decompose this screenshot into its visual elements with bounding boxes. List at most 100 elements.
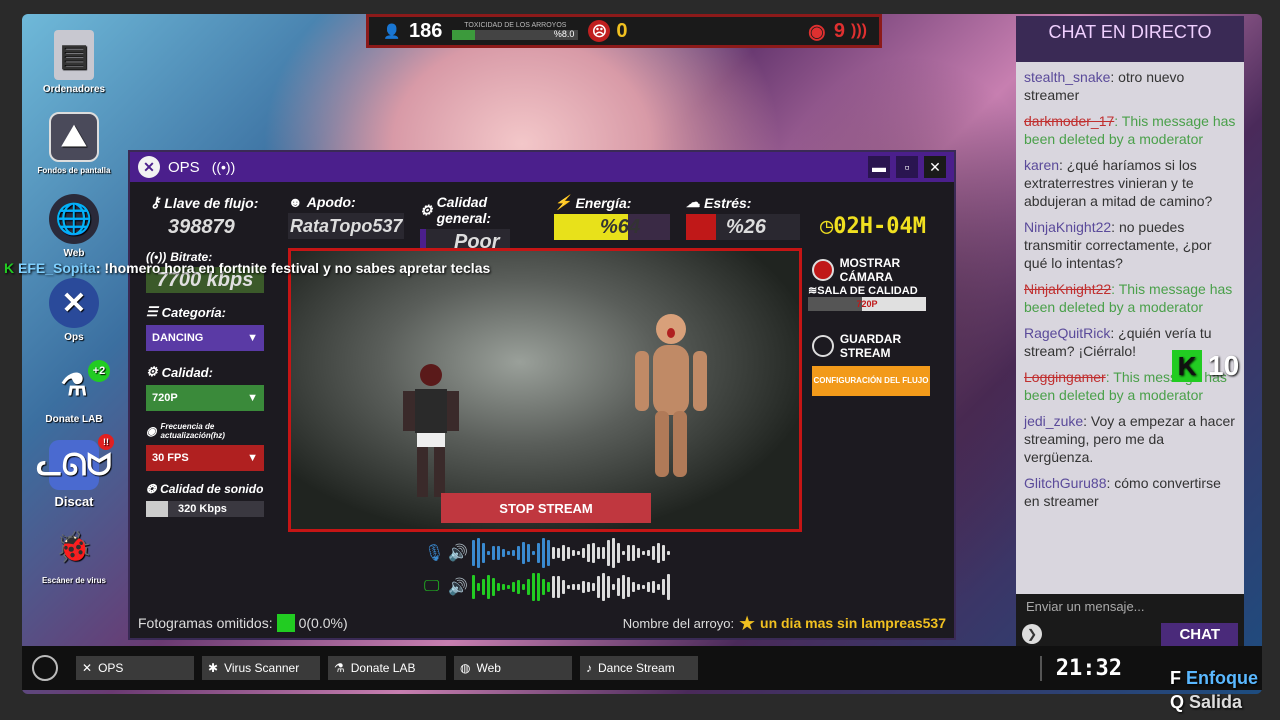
quality-dropdown[interactable]: 720P ▼: [146, 385, 264, 411]
chat-input[interactable]: Enviar un mensaje...: [1016, 594, 1244, 620]
camera-radio[interactable]: [812, 259, 834, 281]
chat-message: GlitchGuru88: cómo convertirse en stream…: [1024, 474, 1236, 510]
chat-messages[interactable]: stealth_snake: otro nuevo streamer darkmo…: [1016, 62, 1244, 524]
waveform-bar: [502, 548, 505, 558]
desktop-icon-computers[interactable]: ▤ Ordenadores: [36, 30, 112, 95]
desktop-icon-donate-lab[interactable]: ⚗ Donate LAB +2: [36, 360, 112, 425]
show-camera-toggle[interactable]: MOSTRAR CÁMARA: [812, 256, 954, 284]
refresh-dropdown[interactable]: 30 FPS ▼: [146, 445, 264, 471]
taskbar-item-dance-stream[interactable]: ♪ Dance Stream: [580, 656, 698, 680]
kick-count: 10: [1208, 350, 1240, 381]
quality-stat: ⚙ Calidad general: Poor: [420, 194, 542, 255]
live-chat-panel: CHAT EN DIRECTO stealth_snake: otro nuev…: [1016, 16, 1244, 648]
stream-name-value: un dia mas sin lampreas537: [760, 615, 946, 631]
angry-face-icon: ☹: [588, 20, 611, 42]
chat-username[interactable]: darkmoder_17: [1024, 113, 1114, 129]
wifi-icon: ≋: [808, 285, 818, 297]
desktop-icon-label: Discat: [54, 494, 94, 509]
taskbar-item-ops[interactable]: ✕ OPS: [76, 656, 194, 680]
energy-bar: %64: [554, 214, 670, 240]
sound-label: Calidad de sonido: [160, 482, 264, 496]
stress-value: %26: [726, 215, 767, 238]
waveform-bar: [617, 578, 620, 596]
waveform-bar: [612, 583, 615, 591]
stop-stream-button[interactable]: STOP STREAM: [441, 493, 651, 523]
waveform-bar: [522, 583, 525, 591]
waveform-bar: [542, 538, 545, 568]
window-titlebar: ✕ OPS ((•)) ▬ ▫ ✕: [130, 152, 954, 182]
chat-username[interactable]: jedi_zuke: [1024, 413, 1083, 429]
waveform-bar: [602, 572, 605, 602]
taskbar-item-virus-scanner[interactable]: ✱ Virus Scanner: [202, 656, 320, 680]
eye-icon: ◉: [146, 423, 157, 438]
stress-label: Estrés:: [704, 194, 752, 211]
quality-room-bar: 720P: [808, 297, 926, 311]
chevron-down-icon: ▼: [247, 452, 258, 464]
quality-group: ⚙ Calidad: 720P ▼: [146, 364, 264, 411]
chevron-down-icon: ▼: [247, 332, 258, 344]
star-icon: ★: [738, 612, 757, 635]
chat-username[interactable]: NinjaKnight22: [1024, 219, 1111, 235]
category-label: Categoría:: [161, 304, 226, 320]
stress-box: [686, 214, 716, 240]
close-button[interactable]: ✕: [924, 156, 946, 178]
taskbar-item-donate-lab[interactable]: ⚗ Donate LAB: [328, 656, 446, 680]
ops-window: ✕ OPS ((•)) ▬ ▫ ✕ ⚷ Llave de flujo: 39887…: [128, 150, 956, 640]
doll-figure: [635, 314, 707, 477]
waveform-bar: [502, 584, 505, 590]
dance-icon: ♪: [586, 661, 592, 675]
start-button[interactable]: [32, 655, 58, 681]
taskbar-item-web[interactable]: ◍ Web: [454, 656, 572, 680]
desktop-icon-label: Donate LAB: [45, 414, 103, 425]
chat-username[interactable]: Loggingamer: [1024, 369, 1106, 385]
save-stream-toggle[interactable]: GUARDAR STREAM: [812, 332, 954, 360]
cat-icon: ᓚᘏᗢ: [36, 440, 112, 490]
viewers-count: 186: [409, 19, 443, 42]
waveform-bar: [482, 543, 485, 563]
maximize-button[interactable]: ▫: [896, 156, 918, 178]
chat-username[interactable]: karen: [1024, 157, 1059, 173]
desktop-icon-virus-scanner[interactable]: 🐞 Escáner de virus: [36, 522, 112, 586]
desktop-icon-ops[interactable]: ✕ Ops: [36, 278, 112, 343]
desktop-icon-wallpapers[interactable]: ⛰ Fondos de pantalla: [36, 112, 112, 175]
waveform-bar: [602, 546, 605, 560]
minimize-button[interactable]: ▬: [868, 156, 890, 178]
chevron-right-icon[interactable]: ❯: [1022, 624, 1042, 644]
category-dropdown[interactable]: DANCING ▼: [146, 325, 264, 351]
chat-username[interactable]: stealth_snake: [1024, 69, 1110, 85]
waveform-bar: [517, 580, 520, 594]
waveform-bar: [577, 550, 580, 555]
toxicity-meter: TOXICIDAD DE LOS ARROYOS %8.0: [452, 22, 579, 40]
stream-config-button[interactable]: CONFIGURACIÓN DEL FLUJO: [812, 366, 930, 396]
waveform-bar: [577, 583, 580, 591]
stream-key-value: 398879: [168, 215, 235, 238]
speaker-icon[interactable]: 🔊: [448, 577, 468, 597]
alerts-stat: ◉ 9 ))): [806, 20, 867, 43]
chat-username[interactable]: GlitchGuru88: [1024, 475, 1106, 491]
monitor-icon[interactable]: 🖵: [424, 578, 444, 596]
sound-bar[interactable]: 320 Kbps: [146, 501, 264, 517]
stream-name-label: Nombre del arroyo:: [622, 615, 735, 631]
waveform-bar: [627, 577, 630, 597]
speaker-icon[interactable]: 🔊: [448, 543, 468, 563]
save-stream-label: GUARDAR STREAM: [839, 332, 902, 360]
waveform-bar: [497, 545, 500, 561]
chat-send-button[interactable]: CHAT: [1161, 622, 1238, 646]
waveform-bar: [582, 580, 585, 594]
ops-logo-icon: ✕: [49, 278, 99, 328]
waveform-bar: [587, 581, 590, 593]
stream-key-stat: ⚷ Llave de flujo: 398879: [150, 194, 262, 240]
waveform-bar: [667, 573, 670, 601]
chat-username[interactable]: RageQuitRick: [1024, 325, 1110, 341]
waveform-bar: [637, 584, 640, 590]
window-footer: Fotogramas omitidos: 0(0.0%) Nombre del …: [130, 608, 954, 638]
save-radio[interactable]: [812, 335, 834, 357]
microphone-icon[interactable]: 🎙: [424, 543, 444, 563]
chat-username[interactable]: NinjaKnight22: [1024, 281, 1111, 297]
desktop-icon-web[interactable]: 🌐 Web: [36, 194, 112, 259]
quality-room-text: SALA DE CALIDAD: [817, 285, 918, 297]
nick-value: RataTopo537: [288, 213, 404, 239]
screen: 👤 186 TOXICIDAD DE LOS ARROYOS %8.0 ☹ 0 …: [0, 0, 1280, 720]
desktop-icon-discat[interactable]: ᓚᘏᗢ Discat !!: [36, 434, 114, 509]
hint-label: Salida: [1189, 692, 1243, 712]
